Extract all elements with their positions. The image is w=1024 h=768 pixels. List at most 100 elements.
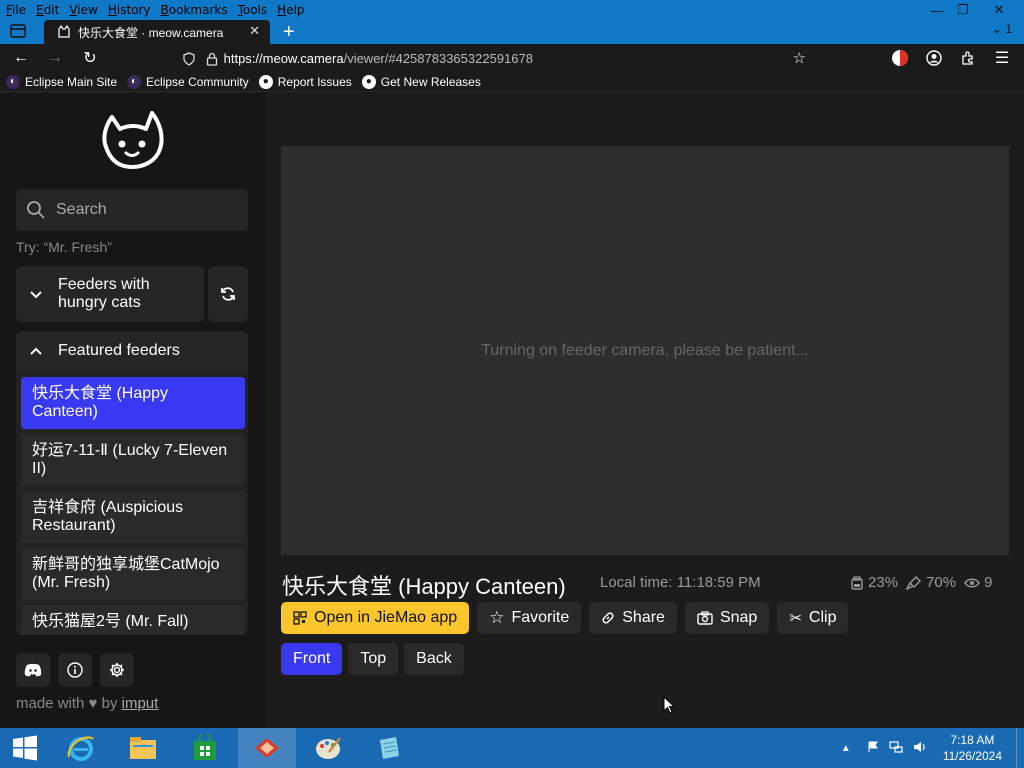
- food-level: 23%: [868, 574, 899, 591]
- volume-icon[interactable]: [913, 741, 927, 756]
- meow-camera-logo[interactable]: [98, 111, 168, 171]
- system-tray: ▲ 7:18 AM 11/26/2024: [841, 728, 1024, 768]
- tab-overview-icon[interactable]: [8, 24, 28, 40]
- network-icon[interactable]: [889, 740, 903, 756]
- taskbar-clock[interactable]: 7:18 AM 11/26/2024: [943, 732, 1002, 764]
- bookmark-report-issues[interactable]: ● Report Issues: [258, 74, 352, 89]
- settings-button[interactable]: [100, 653, 134, 687]
- notes-app-icon: [380, 737, 399, 759]
- menu-history[interactable]: History: [104, 3, 155, 17]
- section-featured-feeders[interactable]: Featured feeders: [16, 331, 248, 371]
- menu-file[interactable]: File: [2, 3, 30, 17]
- section-title: Featured feeders: [58, 342, 180, 359]
- restore-button[interactable]: ❐: [946, 0, 980, 20]
- refresh-button[interactable]: [208, 266, 248, 322]
- local-time: Local time: 11:18:59 PM: [600, 574, 761, 591]
- start-button[interactable]: [0, 728, 50, 768]
- account-icon[interactable]: [923, 47, 945, 69]
- menu-tools[interactable]: Tools: [234, 3, 272, 17]
- bookmark-get-new-releases[interactable]: ● Get New Releases: [361, 74, 481, 89]
- taskbar-browser[interactable]: [238, 728, 296, 768]
- menu-bookmarks[interactable]: Bookmarks: [157, 3, 232, 17]
- internet-explorer-icon: [67, 736, 94, 761]
- menu-view[interactable]: View: [65, 3, 101, 17]
- favorite-button[interactable]: ☆ Favorite: [477, 602, 582, 634]
- camera-video-player[interactable]: Turning on feeder camera, please be pati…: [281, 146, 1009, 555]
- new-tab-button[interactable]: +: [283, 21, 295, 44]
- feeder-item-happy-canteen[interactable]: 快乐大食堂 (Happy Canteen): [21, 377, 245, 429]
- tab-count: 1: [1005, 22, 1012, 36]
- feeder-stats: 23% 70% 9: [850, 574, 1000, 591]
- reload-icon[interactable]: ↻: [79, 47, 101, 69]
- back-icon[interactable]: ←: [10, 47, 32, 69]
- taskbar-internet-explorer[interactable]: [52, 728, 110, 768]
- forward-icon[interactable]: →: [44, 47, 66, 69]
- view-front-button[interactable]: Front: [281, 643, 343, 675]
- eclipse-logo-icon: ◐: [6, 74, 20, 89]
- heart-icon: ♥: [88, 695, 98, 712]
- view-back-button[interactable]: Back: [404, 643, 464, 675]
- bookmark-eclipse-main[interactable]: ◐ Eclipse Main Site: [6, 74, 118, 89]
- tab-strip: 快乐大食堂 · meow.camera ✕ + ⌄ 1: [0, 20, 1024, 44]
- menu-bar: File Edit View History Bookmarks Tools H…: [0, 0, 1024, 20]
- sidebar-footer-icons: [16, 653, 142, 687]
- github-icon: ●: [258, 74, 273, 89]
- clock-date: 11/26/2024: [942, 749, 1002, 763]
- search-box[interactable]: Search: [16, 189, 248, 231]
- page-content: Search Try: “Mr. Fresh” Feeders with hun…: [0, 93, 1024, 728]
- bookmark-star-icon[interactable]: ☆: [793, 49, 806, 67]
- taskbar-file-explorer[interactable]: [114, 728, 172, 768]
- chevron-down-icon: [22, 286, 50, 302]
- address-bar[interactable]: https://meow.camera/viewer/#425878336532…: [176, 46, 812, 70]
- taskbar-notes-app[interactable]: [360, 728, 418, 768]
- button-label: Clip: [808, 609, 837, 626]
- clock-time: 7:18 AM: [950, 733, 995, 747]
- bookmark-label: Eclipse Main Site: [25, 74, 118, 89]
- camera-view-switcher: Front Top Back: [281, 643, 470, 675]
- browser-app-icon: [255, 738, 279, 758]
- discord-icon: [24, 663, 42, 677]
- section-hungry-feeders[interactable]: Feeders with hungry cats: [16, 266, 204, 322]
- scissors-icon: ✂: [789, 610, 802, 627]
- share-button[interactable]: Share: [589, 602, 677, 634]
- extensions-icon[interactable]: [957, 47, 979, 69]
- author-link[interactable]: imput: [122, 695, 159, 712]
- taskbar-store[interactable]: [176, 728, 234, 768]
- feeder-item-auspicious-restaurant[interactable]: 吉祥食府 (Auspicious Restaurant): [21, 491, 245, 543]
- show-desktop-button[interactable]: [1016, 728, 1024, 768]
- menu-help[interactable]: Help: [273, 3, 308, 17]
- discord-button[interactable]: [16, 653, 50, 687]
- feeder-item-mr-fall[interactable]: 快乐猫屋2号 (Mr. Fall): [21, 605, 245, 635]
- app-menu-icon[interactable]: ☰: [991, 47, 1013, 69]
- color-profile-icon[interactable]: [889, 47, 911, 69]
- camera-status-message: Turning on feeder camera, please be pati…: [481, 341, 809, 359]
- tab-close-icon[interactable]: ✕: [249, 23, 260, 39]
- chevron-up-icon: [22, 342, 50, 360]
- menu-edit[interactable]: Edit: [32, 3, 63, 17]
- bookmark-eclipse-community[interactable]: ◐ Eclipse Community: [127, 74, 249, 89]
- tab-list-button[interactable]: ⌄ 1: [992, 22, 1012, 36]
- about-button[interactable]: [58, 653, 92, 687]
- clip-button[interactable]: ✂ Clip: [777, 602, 849, 634]
- action-center-flag-icon[interactable]: [867, 741, 879, 756]
- site-security-icons[interactable]: [182, 50, 218, 66]
- bookmark-label: Get New Releases: [380, 74, 481, 89]
- feeder-item-mr-fresh[interactable]: 新鲜哥的独享城堡CatMojo (Mr. Fresh): [21, 548, 245, 600]
- open-in-app-button[interactable]: Open in JieMao app: [281, 602, 470, 634]
- view-top-button[interactable]: Top: [348, 643, 399, 675]
- sidebar: Search Try: “Mr. Fresh” Feeders with hun…: [0, 93, 266, 728]
- made-with-credit: made with ♥ by imput: [16, 695, 158, 712]
- section-title: Feeders with hungry cats: [58, 276, 150, 311]
- snap-button[interactable]: Snap: [684, 602, 770, 634]
- taskbar-paint[interactable]: [299, 728, 357, 768]
- feeder-item-lucky-7-eleven[interactable]: 好运7-11-Ⅱ (Lucky 7-Eleven II): [21, 434, 245, 486]
- search-input[interactable]: Search: [56, 201, 107, 219]
- tab-active[interactable]: 快乐大食堂 · meow.camera ✕: [44, 20, 270, 44]
- action-buttons: Open in JieMao app ☆ Favorite Share Snap…: [281, 602, 856, 634]
- store-icon: [194, 734, 216, 760]
- bookmarks-toolbar: ◐ Eclipse Main Site ◐ Eclipse Community …: [0, 72, 1024, 92]
- show-hidden-icons-icon[interactable]: ▲: [841, 743, 851, 754]
- viewer-count: 9: [984, 574, 993, 591]
- close-window-button[interactable]: ✕: [982, 0, 1016, 20]
- button-label: Favorite: [511, 609, 570, 626]
